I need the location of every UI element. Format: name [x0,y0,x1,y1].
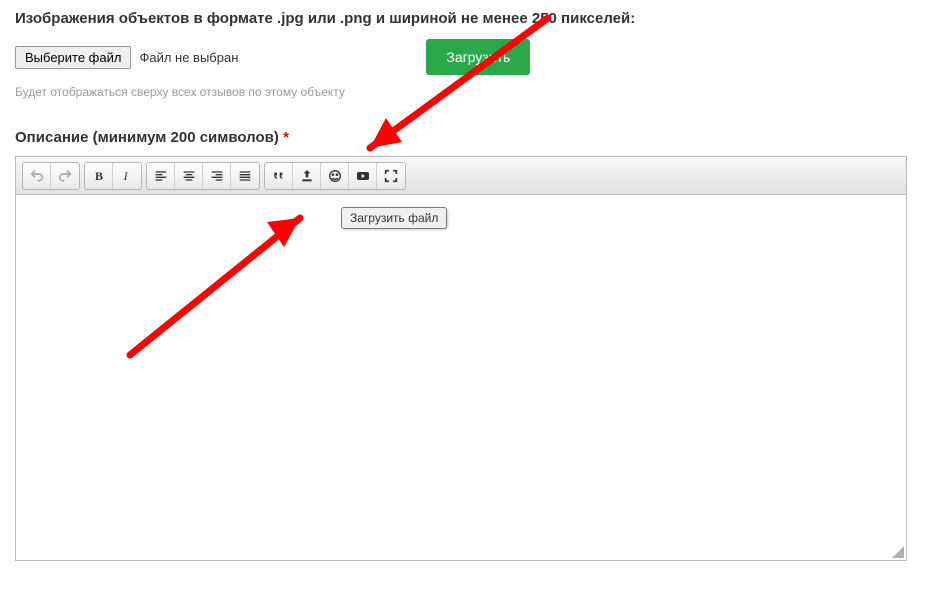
fullscreen-button[interactable] [377,163,405,189]
align-justify-icon [237,168,253,184]
bold-button[interactable]: B [85,163,113,189]
svg-text:B: B [95,169,103,183]
image-format-label: Изображения объектов в формате .jpg или … [15,10,922,27]
fullscreen-icon [383,168,399,184]
upload-tooltip: Загрузить файл [341,207,447,229]
toolbar-group-align [146,162,260,190]
redo-button[interactable] [51,163,79,189]
bold-icon: B [91,168,107,184]
redo-icon [57,168,73,184]
editor-toolbar: B I [16,157,906,195]
upload-button[interactable]: Загрузить [426,39,530,75]
emoji-button[interactable] [321,163,349,189]
italic-icon: I [119,168,135,184]
upload-icon [299,168,315,184]
undo-icon [29,168,45,184]
align-center-icon [181,168,197,184]
video-icon [355,168,371,184]
description-label: Описание (минимум 200 символов) * [15,129,922,146]
toolbar-group-history [22,162,80,190]
emoji-icon [327,168,343,184]
editor-textarea[interactable] [16,195,906,560]
upload-file-button[interactable] [293,163,321,189]
align-center-button[interactable] [175,163,203,189]
align-right-button[interactable] [203,163,231,189]
toolbar-group-format: B I [84,162,142,190]
align-left-button[interactable] [147,163,175,189]
italic-button[interactable]: I [113,163,141,189]
undo-button[interactable] [23,163,51,189]
resize-handle[interactable] [892,546,904,558]
svg-text:I: I [123,169,129,183]
required-asterisk: * [283,129,289,146]
description-label-text: Описание (минимум 200 символов) [15,129,279,146]
quote-button[interactable] [265,163,293,189]
align-right-icon [209,168,225,184]
image-hint: Будет отображаться сверху всех отзывов п… [15,85,922,99]
toolbar-group-insert [264,162,406,190]
editor-container: B I [15,156,907,561]
quote-icon [271,168,287,184]
video-button[interactable] [349,163,377,189]
align-left-icon [153,168,169,184]
file-row: Выберите файл Файл не выбран Загрузить [15,39,922,75]
align-justify-button[interactable] [231,163,259,189]
file-status-text: Файл не выбран [139,50,238,65]
file-select-button[interactable]: Выберите файл [15,46,131,69]
